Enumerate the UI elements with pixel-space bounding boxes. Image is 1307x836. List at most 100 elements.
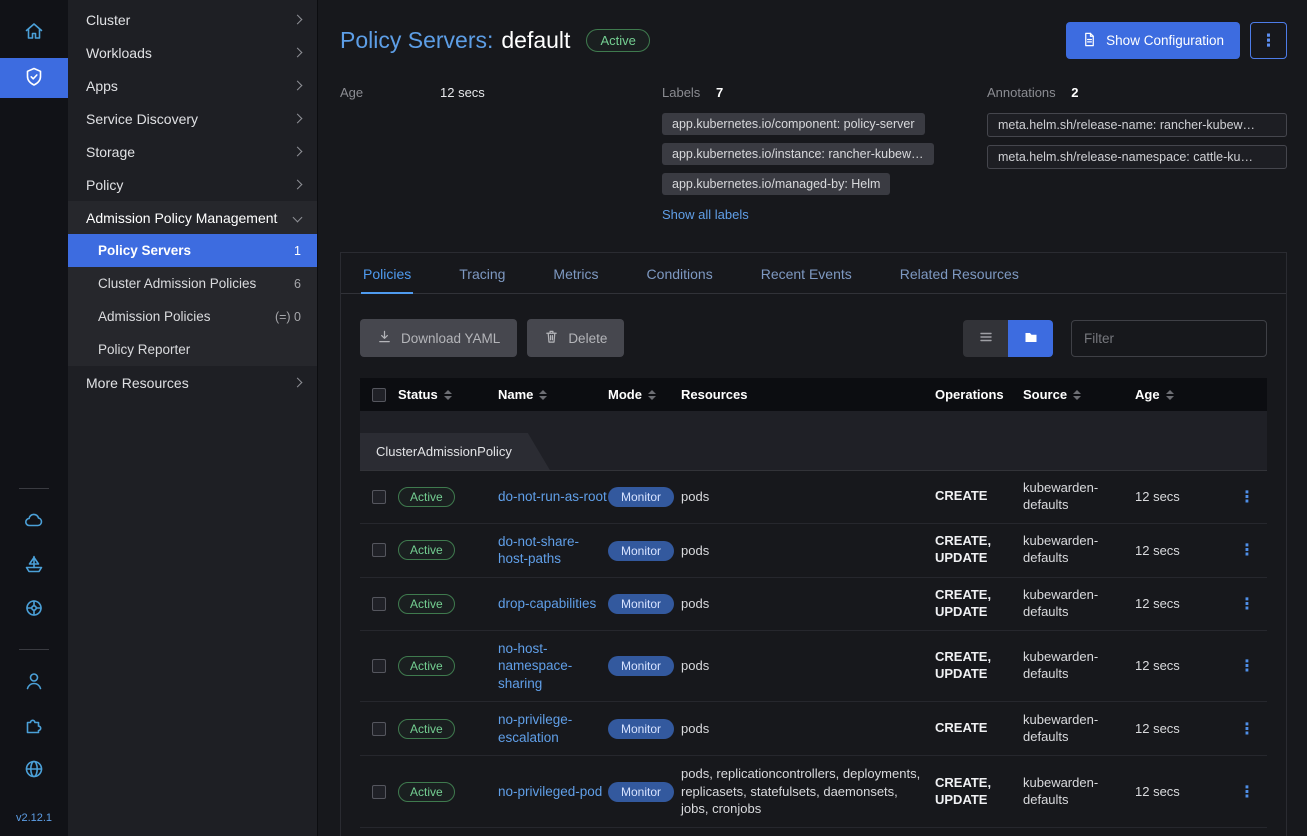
policy-name-link[interactable]: no-privileged-pod bbox=[498, 784, 602, 799]
sidebar-item-count: (=) 0 bbox=[275, 310, 301, 324]
sidebar-item-label: Admission Policies bbox=[98, 309, 211, 324]
delete-button[interactable]: Delete bbox=[527, 319, 624, 357]
tab-tracing[interactable]: Tracing bbox=[457, 253, 507, 294]
row-checkbox[interactable] bbox=[372, 543, 386, 557]
label-chip: app.kubernetes.io/instance: rancher-kube… bbox=[662, 143, 934, 165]
chevron-right-icon bbox=[293, 180, 303, 190]
download-yaml-button[interactable]: Download YAML bbox=[360, 319, 517, 357]
main-content: Policy Servers:default Active Show Confi… bbox=[318, 0, 1307, 836]
user-button[interactable] bbox=[12, 664, 56, 700]
sidebar-group-label: Admission Policy Management bbox=[86, 210, 277, 226]
sidebar-item-service-discovery[interactable]: Service Discovery bbox=[68, 102, 317, 135]
group-tab-cluster-admission-policy: ClusterAdmissionPolicy bbox=[360, 433, 550, 470]
sidebar-top-items: Cluster Workloads Apps Service Discovery… bbox=[68, 3, 317, 201]
table-row: Active no-host-namespace-sharing Monitor… bbox=[360, 631, 1267, 703]
cloud-cluster-button[interactable] bbox=[12, 503, 56, 539]
row-status-badge: Active bbox=[398, 594, 455, 614]
kubewarden-app-button[interactable] bbox=[0, 58, 68, 98]
age-label: Age bbox=[340, 85, 440, 100]
operations-cell: CREATE, UPDATE bbox=[935, 775, 1023, 809]
column-header-age[interactable]: Age bbox=[1135, 387, 1227, 402]
sidebar-item-label: Policy Servers bbox=[98, 243, 191, 258]
show-all-labels-link[interactable]: Show all labels bbox=[662, 207, 749, 222]
label-chip: app.kubernetes.io/managed-by: Helm bbox=[662, 173, 890, 195]
page-title: Policy Servers:default bbox=[340, 27, 570, 54]
sidebar-item-count: 1 bbox=[294, 244, 301, 258]
row-actions-kebab[interactable]: ⋮ bbox=[1231, 784, 1263, 801]
row-checkbox[interactable] bbox=[372, 490, 386, 504]
show-configuration-label: Show Configuration bbox=[1106, 33, 1224, 48]
age-cell: 12 secs bbox=[1135, 721, 1227, 736]
policy-name-link[interactable]: drop-capabilities bbox=[498, 596, 596, 611]
annotation-chip-list: meta.helm.sh/release-name: rancher-kubew… bbox=[987, 113, 1287, 169]
row-status-badge: Active bbox=[398, 540, 455, 560]
age-value: 12 secs bbox=[440, 85, 485, 100]
tab-related-resources[interactable]: Related Resources bbox=[898, 253, 1021, 294]
column-header-status[interactable]: Status bbox=[398, 387, 498, 402]
row-status-badge: Active bbox=[398, 656, 455, 676]
column-header-name[interactable]: Name bbox=[498, 387, 608, 402]
sidebar-item-more-resources[interactable]: More Resources bbox=[68, 366, 317, 399]
sidebar-item-cluster-admission-policies[interactable]: Cluster Admission Policies 6 bbox=[68, 267, 317, 300]
labels-count: 7 bbox=[716, 85, 723, 100]
sidebar-item-admission-policies[interactable]: Admission Policies (=) 0 bbox=[68, 300, 317, 333]
column-header-source[interactable]: Source bbox=[1023, 387, 1135, 402]
sidebar-group-admission-policy-management: Admission Policy Management Policy Serve… bbox=[68, 201, 317, 366]
sidebar-item-cluster[interactable]: Cluster bbox=[68, 3, 317, 36]
tab-label: Metrics bbox=[553, 266, 598, 282]
row-status-badge: Active bbox=[398, 487, 455, 507]
column-header-mode[interactable]: Mode bbox=[608, 387, 681, 402]
sidebar-item-policy[interactable]: Policy bbox=[68, 168, 317, 201]
group-view-button[interactable] bbox=[1008, 320, 1053, 357]
home-button[interactable] bbox=[12, 14, 56, 50]
sidebar-item-policy-servers[interactable]: Policy Servers 1 bbox=[68, 234, 317, 267]
sidebar-item-workloads[interactable]: Workloads bbox=[68, 36, 317, 69]
policy-name-link[interactable]: do-not-share-host-paths bbox=[498, 534, 579, 567]
row-checkbox[interactable] bbox=[372, 659, 386, 673]
row-actions-kebab[interactable]: ⋮ bbox=[1231, 721, 1263, 738]
globe-button[interactable] bbox=[12, 752, 56, 788]
resources-cell: pods, replicationcontrollers, deployment… bbox=[681, 765, 935, 818]
row-actions-kebab[interactable]: ⋮ bbox=[1231, 542, 1263, 559]
delete-label: Delete bbox=[568, 331, 607, 346]
sort-icon bbox=[648, 390, 656, 400]
fleet-button[interactable] bbox=[12, 547, 56, 583]
source-cell: kubewarden-defaults bbox=[1023, 649, 1135, 683]
tab-recent-events[interactable]: Recent Events bbox=[759, 253, 854, 294]
annotation-chip: meta.helm.sh/release-name: rancher-kubew… bbox=[987, 113, 1287, 137]
tab-conditions[interactable]: Conditions bbox=[645, 253, 715, 294]
download-icon bbox=[377, 329, 392, 347]
rail-divider bbox=[19, 649, 49, 650]
local-cluster-button[interactable] bbox=[12, 591, 56, 627]
age-cell: 12 secs bbox=[1135, 489, 1227, 504]
row-checkbox[interactable] bbox=[372, 597, 386, 611]
helm-wheel-icon bbox=[23, 597, 45, 622]
header-actions-kebab-button[interactable]: ⋮ bbox=[1250, 22, 1287, 59]
policy-name-link[interactable]: no-host-namespace-sharing bbox=[498, 641, 572, 691]
row-actions-kebab[interactable]: ⋮ bbox=[1231, 596, 1263, 613]
tab-policies[interactable]: Policies bbox=[361, 253, 413, 294]
sidebar-item-policy-reporter[interactable]: Policy Reporter bbox=[68, 333, 317, 366]
sidebar-item-storage[interactable]: Storage bbox=[68, 135, 317, 168]
sidebar-group-header[interactable]: Admission Policy Management bbox=[68, 201, 317, 234]
policy-name-link[interactable]: do-not-run-as-root bbox=[498, 489, 607, 504]
select-all-checkbox[interactable] bbox=[372, 388, 386, 402]
chevron-right-icon bbox=[293, 15, 303, 25]
sidebar-item-apps[interactable]: Apps bbox=[68, 69, 317, 102]
table-row: Active do-not-run-as-root Monitor pods C… bbox=[360, 471, 1267, 524]
list-view-button[interactable] bbox=[963, 320, 1008, 357]
chevron-right-icon bbox=[293, 114, 303, 124]
show-configuration-button[interactable]: Show Configuration bbox=[1066, 22, 1240, 59]
policy-name-link[interactable]: no-privilege-escalation bbox=[498, 712, 572, 745]
row-actions-kebab[interactable]: ⋮ bbox=[1231, 658, 1263, 675]
row-actions-kebab[interactable]: ⋮ bbox=[1231, 489, 1263, 506]
row-checkbox[interactable] bbox=[372, 785, 386, 799]
column-header-operations: Operations bbox=[935, 387, 1023, 402]
row-checkbox[interactable] bbox=[372, 722, 386, 736]
extensions-button[interactable] bbox=[12, 708, 56, 744]
filter-input[interactable] bbox=[1071, 320, 1267, 357]
table-row: Active do-not-share-host-paths Monitor p… bbox=[360, 524, 1267, 578]
policies-tab-body: Download YAML Delete bbox=[341, 294, 1286, 836]
tab-metrics[interactable]: Metrics bbox=[551, 253, 600, 294]
puzzle-icon bbox=[23, 714, 45, 739]
